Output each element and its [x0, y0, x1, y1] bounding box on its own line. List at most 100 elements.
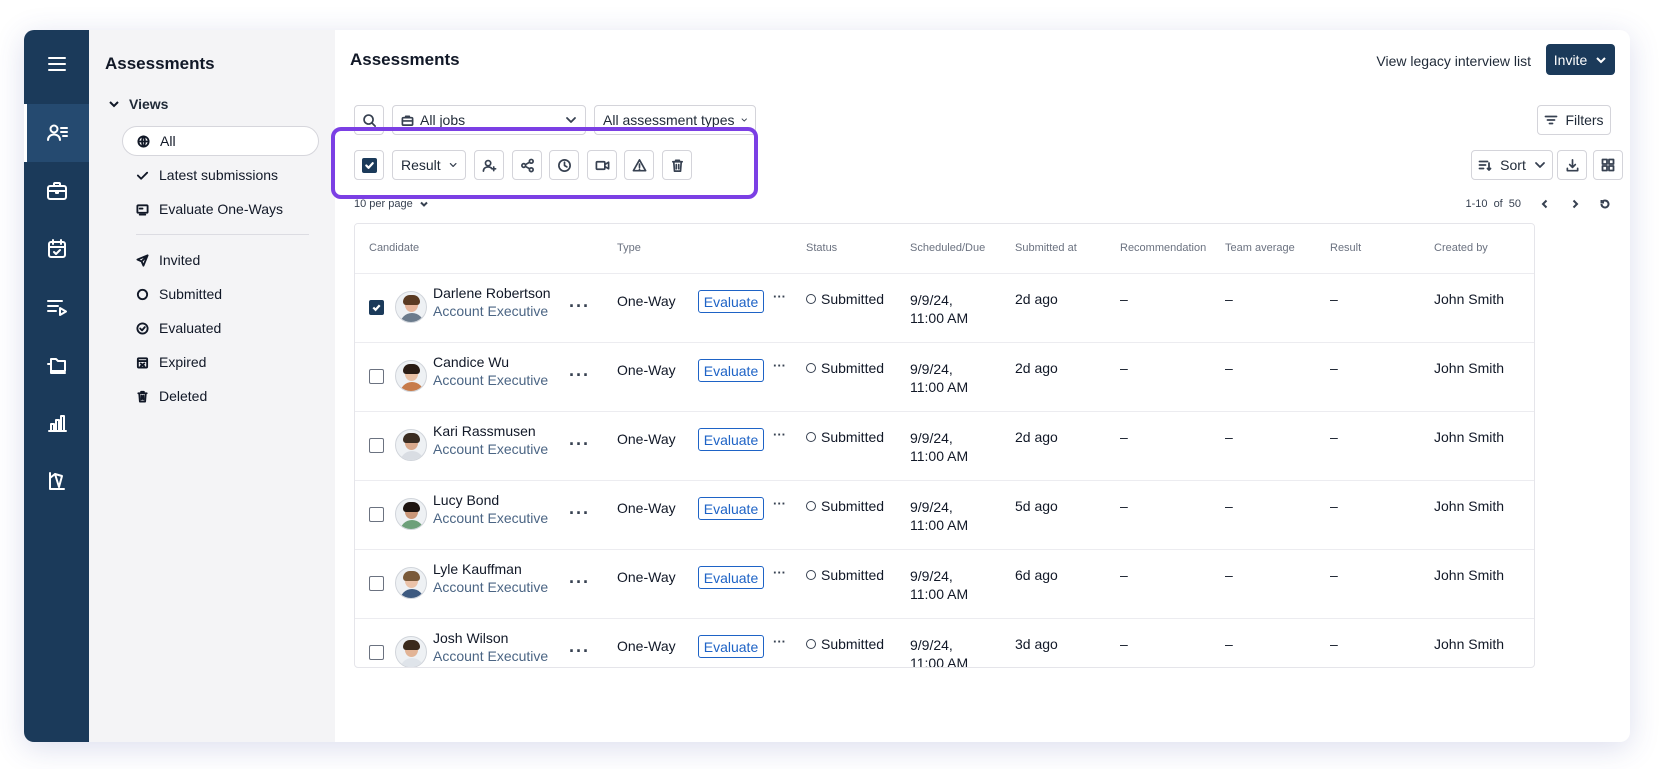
jobs-select-value: All jobs — [420, 112, 466, 128]
menu-icon[interactable] — [24, 42, 89, 86]
column-header-team-average[interactable]: Team average — [1225, 242, 1295, 254]
row-checkbox[interactable] — [369, 369, 384, 384]
view-item-all[interactable]: All — [122, 126, 319, 156]
nav-calendar-icon[interactable] — [24, 220, 89, 278]
select-all-checkbox[interactable] — [354, 150, 384, 180]
scheduled-date: 9/9/24, — [910, 499, 953, 515]
candidate-name[interactable]: Candice Wu — [433, 354, 509, 370]
column-header-type[interactable]: Type — [617, 242, 641, 254]
nav-jobs-icon[interactable] — [24, 162, 89, 220]
view-item-latest-submissions[interactable]: Latest submissions — [122, 160, 319, 190]
view-item-label: Evaluate One-Ways — [159, 201, 283, 217]
scheduled-due: 9/9/24, 11:00 AM — [910, 360, 968, 396]
extend-deadline-button[interactable] — [549, 150, 579, 180]
views-toggle[interactable]: Views — [105, 96, 319, 112]
chevron-left-icon[interactable] — [1539, 198, 1551, 210]
table-row[interactable]: Lyle Kauffman Account Executive ··· One-… — [355, 550, 1534, 619]
invite-button[interactable]: Invite — [1546, 44, 1615, 75]
result-select[interactable]: Result — [392, 150, 466, 180]
row-more-icon[interactable]: ··· — [569, 365, 590, 386]
view-item-label: Invited — [159, 252, 201, 268]
evaluate-more-icon[interactable]: ··· — [773, 358, 786, 373]
row-more-icon[interactable]: ··· — [569, 641, 590, 662]
candidate-name[interactable]: Lucy Bond — [433, 492, 499, 508]
refresh-icon[interactable] — [1599, 198, 1611, 210]
chevron-down-icon — [1534, 162, 1545, 168]
avatar — [395, 567, 427, 599]
views-sidebar: Assessments Views All Latest submissions… — [89, 30, 335, 742]
row-more-icon[interactable]: ··· — [569, 572, 590, 593]
table-row[interactable]: Darlene Robertson Account Executive ··· … — [355, 274, 1534, 343]
row-more-icon[interactable]: ··· — [569, 296, 590, 317]
row-checkbox[interactable] — [369, 576, 384, 591]
candidate-name[interactable]: Lyle Kauffman — [433, 561, 522, 577]
chevron-down-icon — [1596, 56, 1606, 63]
column-header-scheduled[interactable]: Scheduled/Due — [910, 242, 985, 254]
candidate-name[interactable]: Darlene Robertson — [433, 285, 551, 301]
per-page-select[interactable]: 10 per page — [354, 198, 429, 210]
submitted-at: 6d ago — [1015, 567, 1058, 583]
column-header-submitted[interactable]: Submitted at — [1015, 242, 1077, 254]
created-by: John Smith — [1434, 636, 1505, 652]
view-item-evaluate-one-ways[interactable]: Evaluate One-Ways — [122, 194, 319, 224]
evaluate-button[interactable]: Evaluate — [698, 635, 764, 658]
status-circle-icon — [806, 363, 816, 373]
column-header-status[interactable]: Status — [806, 242, 837, 254]
view-item-deleted[interactable]: Deleted — [122, 381, 319, 411]
evaluate-button[interactable]: Evaluate — [698, 566, 764, 589]
evaluate-button[interactable]: Evaluate — [698, 428, 764, 451]
scheduled-time: 11:00 AM — [910, 310, 969, 326]
download-button[interactable] — [1557, 150, 1587, 180]
view-item-evaluated[interactable]: Evaluated — [122, 313, 319, 343]
video-button[interactable] — [587, 150, 617, 180]
candidate-name[interactable]: Kari Rassmusen — [433, 423, 536, 439]
view-item-submitted[interactable]: Submitted — [122, 279, 319, 309]
row-more-icon[interactable]: ··· — [569, 434, 590, 455]
app-window: Assessments Views All Latest submissions… — [24, 30, 1630, 742]
column-header-result[interactable]: Result — [1330, 242, 1361, 254]
view-item-expired[interactable]: Expired — [122, 347, 319, 377]
table-row[interactable]: Josh Wilson Account Executive ··· One-Wa… — [355, 619, 1534, 667]
column-header-created-by[interactable]: Created by — [1434, 242, 1488, 254]
chevron-right-icon[interactable] — [1569, 198, 1581, 210]
table-row[interactable]: Lucy Bond Account Executive ··· One-Way … — [355, 481, 1534, 550]
row-checkbox[interactable] — [369, 300, 384, 315]
evaluate-button[interactable]: Evaluate — [698, 290, 764, 313]
nav-candidates-icon[interactable] — [24, 104, 89, 162]
sort-button[interactable]: Sort — [1471, 150, 1553, 180]
check-icon — [136, 171, 149, 180]
share-button[interactable] — [512, 150, 542, 180]
assessment-type: One-Way — [617, 293, 676, 309]
send-icon — [136, 253, 149, 267]
table-row[interactable]: Candice Wu Account Executive ··· One-Way… — [355, 343, 1534, 412]
column-header-candidate[interactable]: Candidate — [369, 242, 419, 254]
created-by: John Smith — [1434, 291, 1505, 307]
evaluate-button[interactable]: Evaluate — [698, 497, 764, 520]
delete-button[interactable] — [662, 150, 692, 180]
candidate-name[interactable]: Josh Wilson — [433, 630, 508, 646]
table-row[interactable]: Kari Rassmusen Account Executive ··· One… — [355, 412, 1534, 481]
view-item-invited[interactable]: Invited — [122, 245, 319, 275]
assign-user-button[interactable] — [474, 150, 504, 180]
evaluate-more-icon[interactable]: ··· — [773, 634, 786, 649]
filters-button[interactable]: Filters — [1537, 105, 1611, 135]
row-checkbox[interactable] — [369, 507, 384, 522]
column-header-recommendation[interactable]: Recommendation — [1120, 242, 1206, 254]
evaluate-button[interactable]: Evaluate — [698, 359, 764, 382]
row-checkbox[interactable] — [369, 438, 384, 453]
report-button[interactable] — [624, 150, 654, 180]
nav-playlist-icon[interactable] — [24, 278, 89, 336]
row-more-icon[interactable]: ··· — [569, 503, 590, 524]
evaluate-more-icon[interactable]: ··· — [773, 565, 786, 580]
evaluate-more-icon[interactable]: ··· — [773, 496, 786, 511]
evaluate-more-icon[interactable]: ··· — [773, 427, 786, 442]
nav-folders-icon[interactable] — [24, 336, 89, 394]
nav-library-icon[interactable] — [24, 452, 89, 510]
result-value: – — [1330, 498, 1338, 514]
row-checkbox[interactable] — [369, 645, 384, 660]
evaluate-more-icon[interactable]: ··· — [773, 289, 786, 304]
legacy-interview-link[interactable]: View legacy interview list — [1376, 53, 1531, 69]
share-icon — [520, 158, 534, 172]
nav-analytics-icon[interactable] — [24, 394, 89, 452]
grid-view-button[interactable] — [1593, 150, 1623, 180]
